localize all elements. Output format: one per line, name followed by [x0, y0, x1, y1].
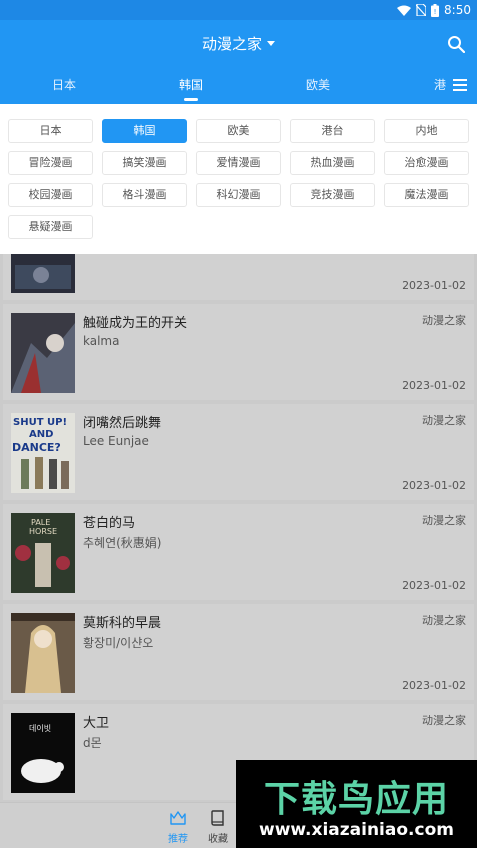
tab-japan[interactable]: 日本 — [52, 76, 76, 94]
comic-author: Lee Eunjae — [83, 434, 149, 448]
comic-source: 动漫之家 — [422, 314, 466, 327]
comic-source: 动漫之家 — [422, 714, 466, 727]
comic-author: 추혜연(秋惠娟) — [83, 536, 162, 550]
comic-source: 动漫之家 — [422, 614, 466, 627]
book-icon — [211, 810, 224, 826]
app-bar: 动漫之家 日本 韩国 欧美 港 — [0, 20, 477, 104]
comic-date: 2023-01-02 — [402, 679, 466, 692]
comic-title: 闭嘴然后跳舞 — [83, 416, 162, 431]
comic-cover — [11, 313, 75, 393]
chip-hktw[interactable]: 港台 — [290, 119, 375, 143]
chip-korea[interactable]: 韩国 — [102, 119, 187, 143]
status-time: 8:50 — [444, 3, 471, 17]
cover-text-line: HORSE — [29, 527, 57, 536]
nav-label: 推荐 — [168, 834, 188, 845]
chip-fighting[interactable]: 格斗漫画 — [102, 183, 187, 207]
comic-cover: 데이빗 — [11, 713, 75, 793]
search-icon[interactable] — [447, 35, 465, 53]
cover-text-line: AND — [29, 429, 53, 440]
chip-scifi[interactable]: 科幻漫画 — [196, 183, 281, 207]
app-title-dropdown[interactable]: 动漫之家 — [0, 34, 477, 54]
comic-card[interactable]: 2023-01-02 — [3, 254, 474, 300]
chip-adventure[interactable]: 冒险漫画 — [8, 151, 93, 175]
no-sim-icon — [416, 4, 427, 16]
filter-panel: 日本 韩国 欧美 港台 内地 冒险漫画 搞笑漫画 爱情漫画 热血漫画 治愈漫画 … — [0, 104, 477, 254]
battery-icon: ! — [431, 3, 440, 17]
cover-text-line: PALE — [31, 518, 50, 527]
crown-icon — [170, 811, 186, 825]
comic-cover — [11, 613, 75, 693]
comic-source: 动漫之家 — [422, 514, 466, 527]
chip-mainland[interactable]: 内地 — [384, 119, 469, 143]
caret-down-icon — [267, 40, 275, 46]
chip-school[interactable]: 校园漫画 — [8, 183, 93, 207]
tab-korea[interactable]: 韩国 — [178, 76, 204, 101]
cover-text-line: DANCE? — [12, 441, 61, 454]
chip-romance[interactable]: 爱情漫画 — [196, 151, 281, 175]
chip-action[interactable]: 热血漫画 — [290, 151, 375, 175]
comic-title: 大卫 — [83, 716, 110, 731]
comic-cover: SHUT UP! AND DANCE? — [11, 413, 75, 493]
cover-text-line: 데이빗 — [29, 723, 51, 733]
comic-author: kalma — [83, 334, 120, 348]
chip-japan[interactable]: 日本 — [8, 119, 93, 143]
tab-label: 港 — [434, 78, 446, 92]
chip-sports[interactable]: 竞技漫画 — [290, 183, 375, 207]
tab-west[interactable]: 欧美 — [306, 76, 330, 94]
status-icons: ! 8:50 — [397, 2, 471, 18]
comic-cover — [11, 254, 75, 293]
comic-card[interactable]: PALE HORSE 苍白的马 추혜연(秋惠娟) 动漫之家 2023-01-02 — [3, 504, 474, 600]
nav-favorites[interactable]: 收藏 — [198, 809, 238, 845]
nav-label: 收藏 — [208, 834, 228, 845]
comic-date: 2023-01-02 — [402, 579, 466, 592]
menu-icon[interactable] — [453, 79, 467, 91]
category-tabs: 日本 韩国 欧美 港 — [0, 76, 477, 104]
comic-author: 황장미/이샨오 — [83, 636, 154, 650]
comic-date: 2023-01-02 — [402, 479, 466, 492]
chip-healing[interactable]: 治愈漫画 — [384, 151, 469, 175]
comic-cover: PALE HORSE — [11, 513, 75, 593]
watermark-title: 下载鸟应用 — [263, 779, 449, 820]
comic-card[interactable]: 莫斯科的早晨 황장미/이샨오 动漫之家 2023-01-02 — [3, 604, 474, 700]
comic-date: 2023-01-02 — [402, 279, 466, 292]
comic-title: 触碰成为王的开关 — [83, 316, 188, 331]
chip-magic[interactable]: 魔法漫画 — [384, 183, 469, 207]
tab-label: 韩国 — [178, 78, 204, 92]
svg-text:!: ! — [434, 8, 437, 16]
comic-author: d몬 — [83, 736, 102, 750]
chip-west[interactable]: 欧美 — [196, 119, 281, 143]
wifi-icon — [397, 5, 412, 16]
status-bar: ! 8:50 — [0, 0, 477, 20]
comic-date: 2023-01-02 — [402, 379, 466, 392]
watermark-url: www.xiazainiao.com — [259, 820, 454, 840]
comic-card[interactable]: 触碰成为王的开关 kalma 动漫之家 2023-01-02 — [3, 304, 474, 400]
tab-label: 日本 — [51, 78, 77, 92]
app-title: 动漫之家 — [201, 35, 262, 53]
watermark: 下载鸟应用 www.xiazainiao.com — [236, 760, 477, 848]
tab-hktw[interactable]: 港 — [434, 76, 446, 94]
comic-card[interactable]: SHUT UP! AND DANCE? 闭嘴然后跳舞 Lee Eunjae 动漫… — [3, 404, 474, 500]
cover-text-line: SHUT UP! — [13, 417, 67, 428]
comic-title: 莫斯科的早晨 — [83, 616, 162, 631]
comic-source: 动漫之家 — [422, 414, 466, 427]
comic-list: 2023-01-02 触碰成为王的开关 kalma 动漫之家 2023-01-0… — [0, 254, 477, 802]
nav-recommend[interactable]: 推荐 — [158, 809, 198, 845]
comic-title: 苍白的马 — [83, 516, 136, 531]
tab-label: 欧美 — [305, 78, 331, 92]
chip-comedy[interactable]: 搞笑漫画 — [102, 151, 187, 175]
tab-indicator — [183, 98, 198, 101]
chip-mystery[interactable]: 悬疑漫画 — [8, 215, 93, 239]
